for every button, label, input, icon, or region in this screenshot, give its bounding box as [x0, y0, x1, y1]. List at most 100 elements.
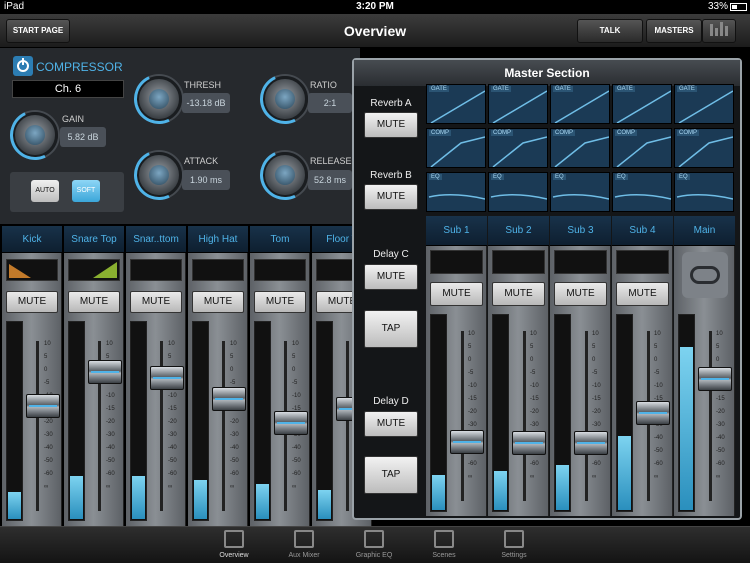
channel-mute-button[interactable]: MUTE: [254, 291, 306, 313]
fx-mute-button[interactable]: MUTE: [364, 184, 418, 210]
attack-knob[interactable]: [126, 142, 192, 208]
fader-scale-label: ∞: [654, 474, 659, 480]
thresh-knob[interactable]: [126, 66, 192, 132]
tab-graphic-eq[interactable]: Graphic EQ: [347, 528, 401, 562]
fader-track: [346, 341, 349, 511]
channel-fader[interactable]: [274, 411, 308, 435]
settings-icon: [504, 530, 524, 548]
channel-name[interactable]: Snare Top: [64, 226, 124, 253]
channel-mute-button[interactable]: MUTE: [192, 291, 244, 313]
sub-name[interactable]: Sub 4: [612, 216, 673, 246]
channel-level-meter: [316, 321, 333, 521]
level-meter: [616, 314, 633, 512]
comp-tag: COMP: [429, 130, 451, 136]
sub-fader[interactable]: [450, 430, 484, 454]
comp-thumbnail[interactable]: COMP: [426, 128, 486, 168]
gate-thumbnail[interactable]: GATE: [612, 84, 672, 124]
fader-scale-label: 10: [468, 331, 475, 337]
sub-name[interactable]: Sub 1: [426, 216, 487, 246]
gain-label: GAIN: [62, 114, 85, 124]
fader-scale-label: -10: [468, 383, 477, 389]
channel-mute-button[interactable]: MUTE: [6, 291, 58, 313]
eq-tag: EQ: [429, 174, 442, 180]
eq-thumbnail[interactable]: EQ: [488, 172, 548, 212]
tab-aux-mixer[interactable]: Aux Mixer: [277, 528, 331, 562]
sub-fader[interactable]: [512, 431, 546, 455]
sub-strip: Sub 2MUTE1050-5-10-15-20-30-40-50-60∞: [488, 216, 549, 516]
tab-label: Settings: [501, 552, 527, 559]
comp-tag: COMP: [677, 130, 699, 136]
talk-button[interactable]: TALK: [577, 19, 643, 43]
comp-thumbnail[interactable]: COMP: [612, 128, 672, 168]
fx-mute-button[interactable]: MUTE: [364, 112, 418, 138]
gate-thumbnail[interactable]: GATE: [488, 84, 548, 124]
masters-button[interactable]: MASTERS: [646, 19, 702, 43]
comp-thumbnail[interactable]: COMP: [550, 128, 610, 168]
auto-button[interactable]: AUTO: [31, 180, 59, 202]
meter-view-button[interactable]: [702, 19, 736, 43]
fader-scale-label: -40: [44, 445, 53, 451]
comp-thumbnail[interactable]: COMP: [674, 128, 734, 168]
fader-scale-label: 10: [168, 341, 175, 347]
eq-thumbnail[interactable]: EQ: [612, 172, 672, 212]
fx-return-name: Delay D: [373, 396, 409, 407]
eq-thumbnail[interactable]: EQ: [674, 172, 734, 212]
tap-tempo-button[interactable]: TAP: [364, 456, 418, 494]
sub-name[interactable]: Sub 2: [488, 216, 549, 246]
release-knob[interactable]: [252, 142, 318, 208]
tap-tempo-button[interactable]: TAP: [364, 310, 418, 348]
channel-name[interactable]: High Hat: [188, 226, 248, 253]
gate-thumbnail[interactable]: GATE: [426, 84, 486, 124]
eq-thumbnail[interactable]: EQ: [550, 172, 610, 212]
tab-label: Scenes: [432, 552, 456, 559]
channel-fader[interactable]: [26, 394, 60, 418]
channel-name[interactable]: Snar..ttom: [126, 226, 186, 253]
channel-fader[interactable]: [88, 360, 122, 384]
gate-tag: GATE: [429, 86, 449, 92]
tab-overview[interactable]: Overview: [207, 528, 261, 562]
channel-level-meter: [68, 321, 85, 521]
fx-mute-button[interactable]: MUTE: [364, 264, 418, 290]
channel-mute-button[interactable]: MUTE: [68, 291, 120, 313]
channel-level-meter: [130, 321, 147, 521]
channel-name[interactable]: Tom: [250, 226, 310, 253]
fader-scale-label: 5: [168, 354, 172, 360]
gain-value: 5.82 dB: [60, 127, 106, 147]
sub-name[interactable]: Sub 3: [550, 216, 611, 246]
soft-button[interactable]: SOFT: [72, 180, 100, 202]
sub-mute-button[interactable]: MUTE: [554, 282, 607, 306]
gain-knob[interactable]: [2, 102, 68, 168]
compressor-power-button[interactable]: [13, 56, 33, 76]
eq-tag: EQ: [677, 174, 690, 180]
ratio-knob[interactable]: [252, 66, 318, 132]
tab-settings[interactable]: Settings: [487, 528, 541, 562]
main-name[interactable]: Main: [674, 216, 735, 246]
sub-mute-button[interactable]: MUTE: [492, 282, 545, 306]
sub-mute-button[interactable]: MUTE: [430, 282, 483, 306]
overview-icon: [224, 530, 244, 548]
fx-mute-button[interactable]: MUTE: [364, 411, 418, 437]
comp-thumbnail[interactable]: COMP: [488, 128, 548, 168]
fader-scale-label: -40: [716, 435, 725, 441]
sub-mute-button[interactable]: MUTE: [616, 282, 669, 306]
gate-thumbnail[interactable]: GATE: [550, 84, 610, 124]
channel-mute-button[interactable]: MUTE: [130, 291, 182, 313]
fx-return-name: Reverb B: [370, 170, 412, 181]
master-section-title: Master Section: [354, 60, 740, 86]
channel-fader[interactable]: [150, 366, 184, 390]
fader-scale-label: -50: [716, 448, 725, 454]
tab-scenes[interactable]: Scenes: [417, 528, 471, 562]
sub-meter: [554, 250, 607, 274]
meters-icon: [710, 22, 728, 36]
channel-level-fill: [70, 476, 83, 519]
sub-fader[interactable]: [574, 431, 608, 455]
fader-scale-label: -10: [106, 393, 115, 399]
main-fader[interactable]: [698, 367, 732, 391]
fader-scale-label: -15: [168, 406, 177, 412]
channel-fader[interactable]: [212, 387, 246, 411]
eq-thumbnail[interactable]: EQ: [426, 172, 486, 212]
gate-thumbnail[interactable]: GATE: [674, 84, 734, 124]
fader-scale-label: -50: [654, 448, 663, 454]
channel-name[interactable]: Kick: [2, 226, 62, 253]
sub-fader[interactable]: [636, 401, 670, 425]
